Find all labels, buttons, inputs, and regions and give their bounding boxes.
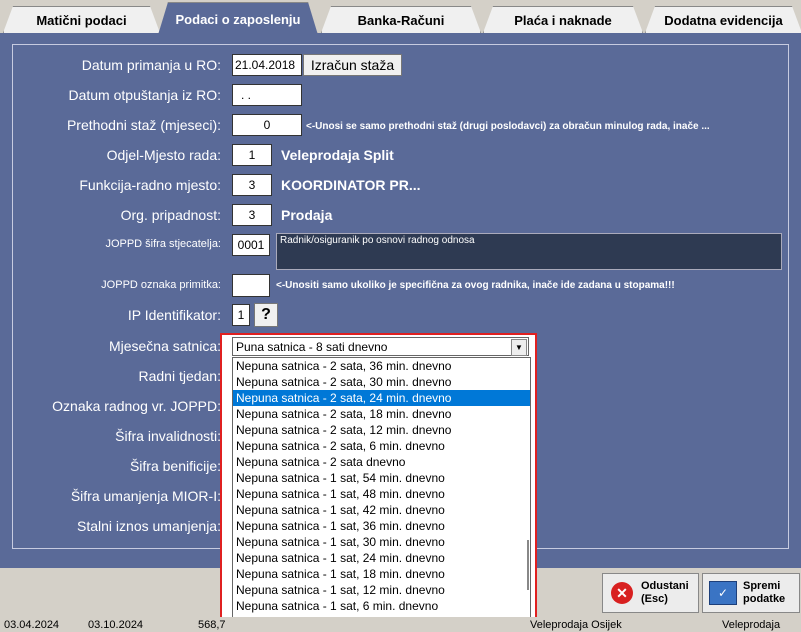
spremi-button[interactable]: ✓ Spremi podatke xyxy=(702,573,800,613)
satnica-option[interactable]: Nepuna satnica - 1 sat, 48 min. dnevno xyxy=(233,486,530,502)
status-location-1: Veleprodaja Osijek xyxy=(530,619,622,631)
satnica-option[interactable]: Nepuna satnica - 1 sat, 54 min. dnevno xyxy=(233,470,530,486)
ip-identifikator-label: IP Identifikator: xyxy=(127,307,221,323)
funkcija-name: KOORDINATOR PR... xyxy=(281,177,421,193)
joppd-sifra-input[interactable]: 0001 xyxy=(232,234,270,256)
tab-maticni-podaci[interactable]: Matični podaci xyxy=(3,6,160,33)
odjel-name: Veleprodaja Split xyxy=(281,147,394,163)
joppd-oznaka-input[interactable] xyxy=(232,274,270,297)
spremi-label: Spremi xyxy=(743,580,781,592)
sifra-invalidnosti-label: Šifra invalidnosti: xyxy=(115,428,221,444)
sifra-beneficije-label: Šifra benificije: xyxy=(129,458,221,474)
odustani-label: Odustani xyxy=(641,580,689,592)
satnica-option[interactable]: Nepuna satnica - 1 sat, 18 min. dnevno xyxy=(233,566,530,582)
satnica-option[interactable]: Nepuna satnica - 2 sata, 36 min. dnevno xyxy=(233,358,530,374)
satnica-label: Mjesečna satnica: xyxy=(108,338,221,354)
odustani-button[interactable]: ✕ Odustani (Esc) xyxy=(602,573,699,613)
status-date-1: 03.04.2024 xyxy=(4,619,60,631)
joppd-oznaka-label: JOPPD oznaka primitka: xyxy=(101,279,221,291)
datum-otpustanja-input[interactable]: . . xyxy=(232,84,302,106)
tab-bar: Matični podaci Podaci o zaposlenju Banka… xyxy=(0,0,801,34)
datum-otpustanja-label: Datum otpuštanja iz RO: xyxy=(68,87,221,103)
org-pripadnost-label: Org. pripadnost: xyxy=(120,207,221,223)
sifra-umanjenja-label: Šifra umanjenja MIOR-I: xyxy=(70,488,221,504)
ip-identifikator-input[interactable]: 1 xyxy=(232,304,250,326)
org-pripadnost-name: Prodaja xyxy=(281,207,333,223)
odjel-input[interactable]: 1 xyxy=(232,144,272,166)
izracun-staza-button[interactable]: Izračun staža xyxy=(303,54,402,76)
prethodni-staz-hint: <-Unosi se samo prethodni staž (drugi po… xyxy=(306,121,710,132)
prethodni-staz-input[interactable]: 0 xyxy=(232,114,302,136)
stalni-iznos-label: Stalni iznos umanjenja: xyxy=(77,518,221,534)
satnica-option[interactable]: Nepuna satnica - 2 sata, 18 min. dnevno xyxy=(233,406,530,422)
satnica-option[interactable]: Nepuna satnica - 1 sat, 30 min. dnevno xyxy=(233,534,530,550)
spremi-text: Spremi podatke xyxy=(743,580,785,606)
satnica-option[interactable]: Nepuna satnica - 2 sata, 12 min. dnevno xyxy=(233,422,530,438)
save-icon: ✓ xyxy=(709,581,737,605)
satnica-option[interactable]: Nepuna satnica - 1 sat, 24 min. dnevno xyxy=(233,550,530,566)
status-number: 568,7 xyxy=(198,619,226,631)
ip-help-button[interactable]: ? xyxy=(254,303,278,327)
tab-podaci-o-zaposlenju[interactable]: Podaci o zaposlenju xyxy=(158,2,318,35)
odjel-label: Odjel-Mjesto rada: xyxy=(106,147,221,163)
datum-primanja-input[interactable]: 21.04.2018 xyxy=(232,54,302,76)
satnica-option[interactable]: Nepuna satnica - 2 sata, 24 min. dnevno xyxy=(233,390,530,406)
satnica-option[interactable]: Nepuna satnica - 1 sat, 12 min. dnevno xyxy=(233,582,530,598)
spremi-sublabel: podatke xyxy=(743,593,786,605)
satnica-option[interactable]: Nepuna satnica - 1 sat, 42 min. dnevno xyxy=(233,502,530,518)
joppd-sifra-description: Radnik/osiguranik po osnovi radnog odnos… xyxy=(276,233,782,270)
satnica-option[interactable]: Nepuna satnica - 1 sat, 36 min. dnevno xyxy=(233,518,530,534)
satnica-option[interactable]: Nepuna satnica - 2 sata, 30 min. dnevno xyxy=(233,374,530,390)
satnica-select[interactable]: Puna satnica - 8 sati dnevno ▼ xyxy=(232,337,529,356)
satnica-selected-value: Puna satnica - 8 sati dnevno xyxy=(236,339,388,354)
prethodni-staz-label: Prethodni staž (mjeseci): xyxy=(66,117,221,133)
satnica-options-list[interactable]: Nepuna satnica - 2 sata, 36 min. dnevno N… xyxy=(232,357,531,627)
funkcija-input[interactable]: 3 xyxy=(232,174,272,196)
oznaka-radnog-label: Oznaka radnog vr. JOPPD: xyxy=(52,398,221,414)
odustani-text: Odustani (Esc) xyxy=(641,580,689,606)
tab-banka-racuni[interactable]: Banka-Računi xyxy=(321,6,481,33)
cancel-icon: ✕ xyxy=(611,582,633,604)
radni-tjedan-label: Radni tjedan: xyxy=(138,368,221,384)
status-date-2: 03.10.2024 xyxy=(88,619,144,631)
scrollbar-thumb[interactable] xyxy=(527,540,529,590)
funkcija-label: Funkcija-radno mjesto: xyxy=(79,177,221,193)
datum-primanja-label: Datum primanja u RO: xyxy=(81,57,221,73)
status-location-2: Veleprodaja xyxy=(722,619,781,631)
odustani-sublabel: (Esc) xyxy=(641,593,668,605)
satnica-option[interactable]: Nepuna satnica - 2 sata, 6 min. dnevno xyxy=(233,438,530,454)
satnica-option[interactable]: Nepuna satnica - 2 sata dnevno xyxy=(233,454,530,470)
org-pripadnost-input[interactable]: 3 xyxy=(232,204,272,226)
chevron-down-icon[interactable]: ▼ xyxy=(511,339,527,356)
joppd-sifra-label: JOPPD šifra stjecatelja: xyxy=(105,238,221,250)
tab-dodatna-evidencija[interactable]: Dodatna evidencija xyxy=(645,6,801,33)
satnica-option[interactable]: Nepuna satnica - 1 sat, 6 min. dnevno xyxy=(233,598,530,614)
joppd-oznaka-hint: <-Unositi samo ukoliko je specifična za … xyxy=(276,280,675,291)
satnica-dropdown-highlight: Puna satnica - 8 sati dnevno ▼ Nepuna sa… xyxy=(220,333,537,628)
tab-placa-i-naknade[interactable]: Plaća i naknade xyxy=(483,6,643,33)
status-bar: 03.04.2024 03.10.2024 568,7 Veleprodaja … xyxy=(0,617,801,632)
